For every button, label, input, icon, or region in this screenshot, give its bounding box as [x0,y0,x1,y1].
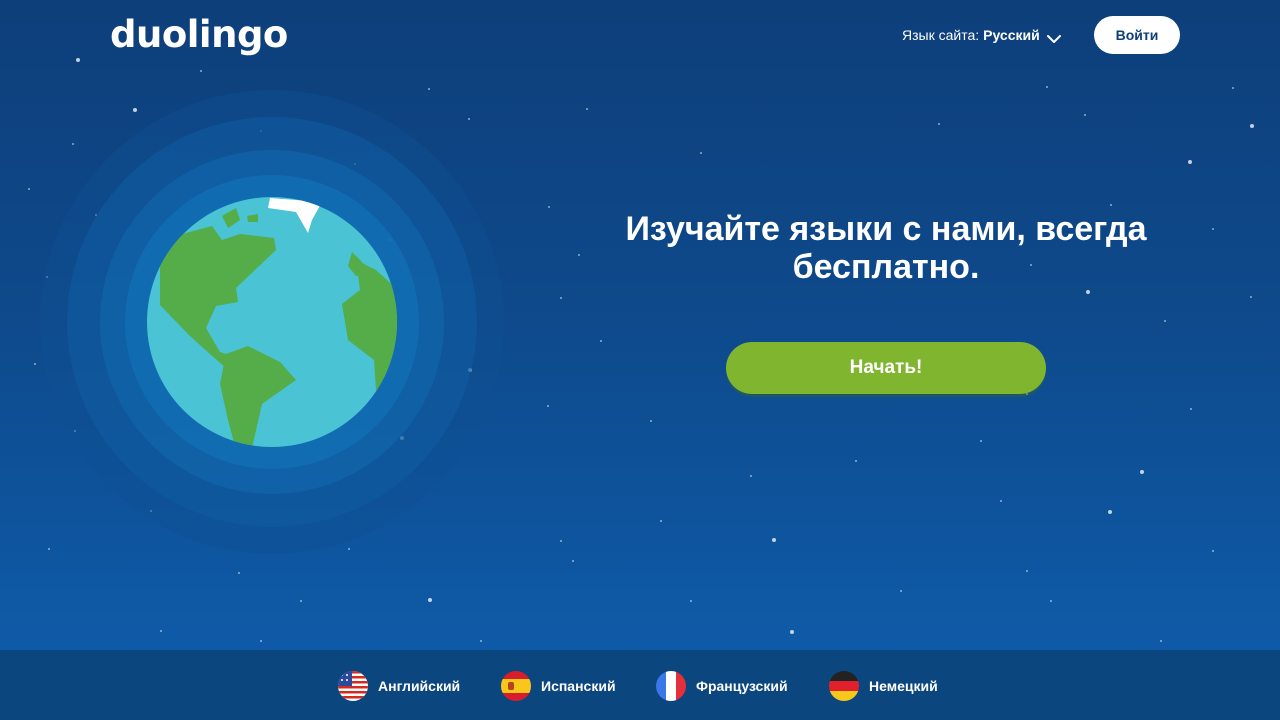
star [586,108,588,110]
star [1000,500,1002,502]
star [238,572,240,574]
star [600,340,602,342]
language-footer: Английский Испанский Французский Немецки… [0,650,1280,720]
star [1050,600,1052,602]
star [1026,393,1028,395]
landing-page: duolingo Язык сайта: Русский Войти Изуча… [0,0,1280,720]
star [300,600,302,602]
star [260,640,262,642]
star [1086,290,1090,294]
spain-flag-icon [501,671,531,701]
language-label: Французский [696,678,788,694]
star [1164,320,1166,322]
star [560,297,562,299]
star [1026,570,1028,572]
star [1046,86,1048,88]
star [1232,87,1234,89]
language-label: Немецкий [869,678,938,694]
france-flag-icon [656,671,686,701]
star [1084,114,1086,116]
star [1188,160,1192,164]
star [76,58,80,62]
star [1212,550,1214,552]
star [660,520,662,522]
star [855,460,857,462]
star [790,630,794,634]
star [690,600,692,602]
star [1250,124,1254,128]
chevron-down-icon [1046,31,1061,43]
language-label: Испанский [541,678,616,694]
star [1140,470,1144,474]
star [1108,510,1112,514]
star [200,70,202,72]
site-language-label: Язык сайта: [902,27,980,43]
star [547,405,549,407]
star [480,640,482,642]
star [900,590,902,592]
star [1190,408,1192,410]
site-language-selector[interactable]: Язык сайта: Русский [902,25,1061,45]
star [160,630,162,632]
star [750,475,752,477]
star [938,123,940,125]
star [650,420,652,422]
germany-flag-icon [829,671,859,701]
login-button[interactable]: Войти [1094,16,1180,54]
duolingo-logo[interactable]: duolingo [110,11,288,59]
hero-title-line2: бесплатно. [792,248,980,286]
language-item-spanish[interactable]: Испанский [501,671,616,701]
star [1110,204,1112,206]
star [572,560,574,562]
language-label: Английский [378,678,461,694]
language-item-french[interactable]: Французский [656,671,788,701]
star [1212,228,1214,230]
us-flag-icon [338,671,368,701]
hero-title: Изучайте языки с нами, всегда бесплатно. [586,210,1186,286]
star [700,152,702,154]
language-item-german[interactable]: Немецкий [829,671,938,701]
star [578,254,580,256]
start-button[interactable]: Начать! [726,342,1046,394]
star [560,540,562,542]
star [980,440,982,442]
star [548,206,550,208]
star [1250,296,1252,298]
language-item-english[interactable]: Английский [338,671,460,701]
star [1160,640,1162,642]
site-language-value: Русский [983,27,1040,43]
hero-title-line1: Изучайте языки с нами, всегда [625,210,1147,248]
star [772,538,776,542]
globe-illustration [30,90,514,558]
star [428,598,432,602]
